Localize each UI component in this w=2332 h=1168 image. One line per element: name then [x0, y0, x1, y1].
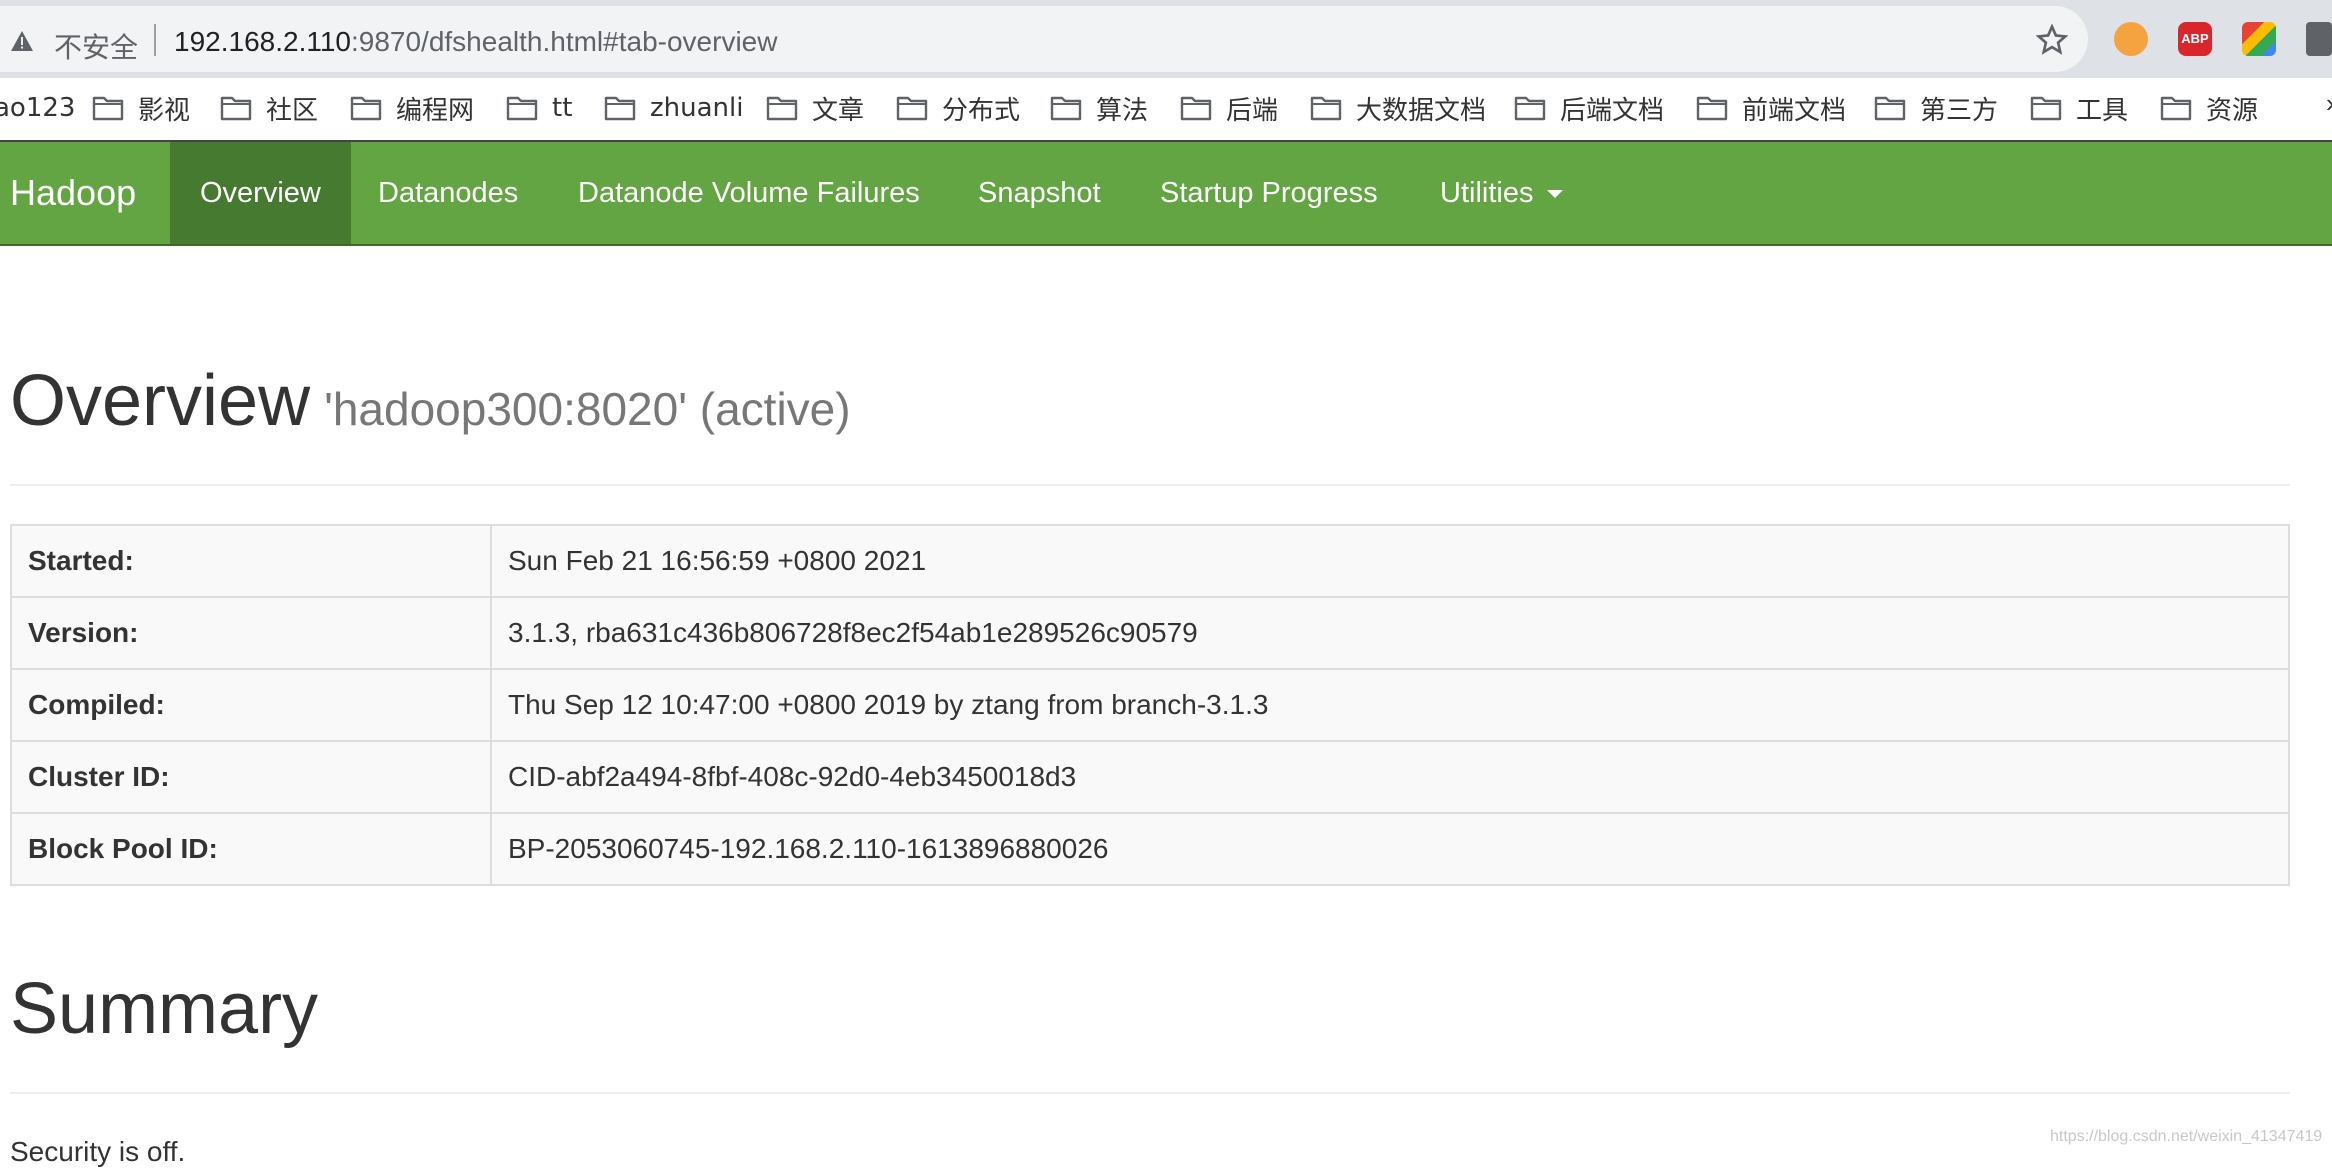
page-title: Overview [10, 361, 311, 441]
folder-icon [1696, 96, 1728, 121]
bookmark-folder-label: 前端文档 [1742, 95, 1847, 126]
row-value: CID-abf2a494-8fbf-408c-92d0-4eb3450018d3 [490, 740, 2290, 814]
bookmark-folder[interactable]: 文章 [766, 86, 864, 130]
infinity-extension-icon[interactable] [2114, 22, 2148, 56]
bookmark-folder-label: 算法 [1096, 95, 1149, 126]
folder-icon [896, 96, 928, 121]
bookmark-folder-label: 文章 [812, 95, 865, 126]
row-value: 3.1.3, rba631c436b806728f8ec2f54ab1e2895… [490, 596, 2290, 670]
folder-icon [506, 96, 538, 121]
watermark: https://blog.csdn.net/weixin_41347419 [2050, 1128, 2323, 1145]
url-host: 192.168.2.110 [174, 26, 351, 57]
bookmark-folder[interactable]: 算法 [1050, 86, 1148, 130]
folder-icon [1310, 96, 1342, 121]
address-bar[interactable]: 不安全 192.168.2.110:9870/dfshealth.html#ta… [0, 6, 2088, 72]
extensions-puzzle-icon[interactable] [2306, 22, 2332, 56]
security-status: Security is off. [10, 1136, 186, 1167]
hadoop-navbar: Hadoop Overview Datanodes Datanode Volum… [0, 142, 2332, 246]
bookmark-folder-label: 大数据文档 [1356, 95, 1487, 126]
row-label: Compiled: [10, 668, 492, 742]
bookmarks-more-icon[interactable]: » [2326, 88, 2332, 119]
bookmark-folder[interactable]: 前端文档 [1696, 86, 1846, 130]
row-label: Started: [10, 524, 492, 598]
browser-toolbar: 不安全 192.168.2.110:9870/dfshealth.html#ta… [0, 0, 2332, 78]
folder-icon [2030, 96, 2062, 121]
url-text[interactable]: 192.168.2.110:9870/dfshealth.html#tab-ov… [174, 26, 777, 58]
nav-startup-progress[interactable]: Startup Progress [1130, 142, 1408, 244]
adblock-plus-icon[interactable]: ABP [2178, 22, 2212, 56]
folder-icon [220, 96, 252, 121]
table-row: Cluster ID: CID-abf2a494-8fbf-408c-92d0-… [10, 740, 2290, 814]
bookmark-folder-label: zhuanli [650, 93, 744, 123]
table-row: Started: Sun Feb 21 16:56:59 +0800 2021 [10, 524, 2290, 598]
nav-utilities-label: Utilities [1440, 177, 1534, 209]
bookmark-folder-label: 编程网 [396, 95, 475, 126]
nav-snapshot[interactable]: Snapshot [948, 142, 1131, 244]
folder-icon [1874, 96, 1906, 121]
bookmark-item[interactable]: ao123 [0, 86, 75, 130]
warning-icon [11, 31, 33, 51]
overview-header: Overview'hadoop300:8020' (active) [10, 360, 2290, 486]
bookmark-folder-label: 社区 [266, 95, 319, 126]
bookmark-folder[interactable]: 第三方 [1874, 86, 1998, 130]
bookmark-folder[interactable]: 社区 [220, 86, 318, 130]
folder-icon [1514, 96, 1546, 121]
bookmark-folder[interactable]: 分布式 [896, 86, 1020, 130]
folder-icon [604, 96, 636, 121]
nav-overview[interactable]: Overview [170, 142, 351, 244]
bookmark-folder[interactable]: 后端 [1180, 86, 1278, 130]
bookmark-folder-label: 资源 [2206, 95, 2259, 126]
bookmark-folder[interactable]: 工具 [2030, 86, 2128, 130]
bookmark-folder[interactable]: zhuanli [604, 86, 743, 130]
row-label: Version: [10, 596, 492, 670]
folder-icon [92, 96, 124, 121]
folder-icon [766, 96, 798, 121]
bookmark-star-icon[interactable] [2036, 24, 2068, 56]
bookmark-label: ao123 [0, 93, 76, 123]
bookmark-folder[interactable]: tt [506, 86, 572, 130]
row-value: Thu Sep 12 10:47:00 +0800 2019 by ztang … [490, 668, 2290, 742]
bookmark-folder-label: 影视 [138, 95, 191, 126]
insecure-label[interactable]: 不安全 [54, 26, 138, 66]
folder-icon [2160, 96, 2192, 121]
bookmark-folder-label: 工具 [2076, 95, 2129, 126]
row-label: Cluster ID: [10, 740, 492, 814]
bookmark-folder[interactable]: 资源 [2160, 86, 2258, 130]
summary-title: Summary [10, 969, 319, 1049]
url-path: :9870/dfshealth.html#tab-overview [350, 26, 778, 57]
bookmark-folder[interactable]: 大数据文档 [1310, 86, 1486, 130]
nav-datanodes[interactable]: Datanodes [348, 142, 548, 244]
bookmarks-bar: ao123 影视 社区 编程网 tt zhuanli 文章 分布式 算法 后端 大数据文档 后端文档… [0, 78, 2332, 142]
folder-icon [1050, 96, 1082, 121]
nav-datanode-volume-failures[interactable]: Datanode Volume Failures [548, 142, 950, 244]
bookmark-folder-label: 分布式 [942, 95, 1021, 126]
bookmark-folder-label: 后端 [1226, 95, 1279, 126]
bookmark-folder-label: tt [552, 93, 573, 123]
table-row: Compiled: Thu Sep 12 10:47:00 +0800 2019… [10, 668, 2290, 742]
table-row: Version: 3.1.3, rba631c436b806728f8ec2f5… [10, 596, 2290, 670]
multicolor-extension-icon[interactable] [2242, 22, 2276, 56]
bookmark-folder-label: 第三方 [1920, 95, 1999, 126]
bookmark-folder[interactable]: 编程网 [350, 86, 474, 130]
address-divider [154, 24, 156, 56]
row-label: Block Pool ID: [10, 812, 492, 886]
folder-icon [1180, 96, 1212, 121]
overview-table: Started: Sun Feb 21 16:56:59 +0800 2021 … [10, 524, 2290, 886]
folder-icon [350, 96, 382, 121]
bookmark-folder[interactable]: 影视 [92, 86, 190, 130]
summary-header: Summary [10, 968, 2290, 1094]
table-row: Block Pool ID: BP-2053060745-192.168.2.1… [10, 812, 2290, 886]
bookmark-folder-label: 后端文档 [1560, 95, 1665, 126]
brand-logo[interactable]: Hadoop [10, 142, 136, 244]
row-value: Sun Feb 21 16:56:59 +0800 2021 [490, 524, 2290, 598]
bookmark-folder[interactable]: 后端文档 [1514, 86, 1664, 130]
row-value: BP-2053060745-192.168.2.110-161389688002… [490, 812, 2290, 886]
nav-utilities[interactable]: Utilities [1410, 142, 1593, 244]
caret-down-icon [1547, 190, 1564, 199]
page-subtitle: 'hadoop300:8020' (active) [324, 383, 851, 435]
